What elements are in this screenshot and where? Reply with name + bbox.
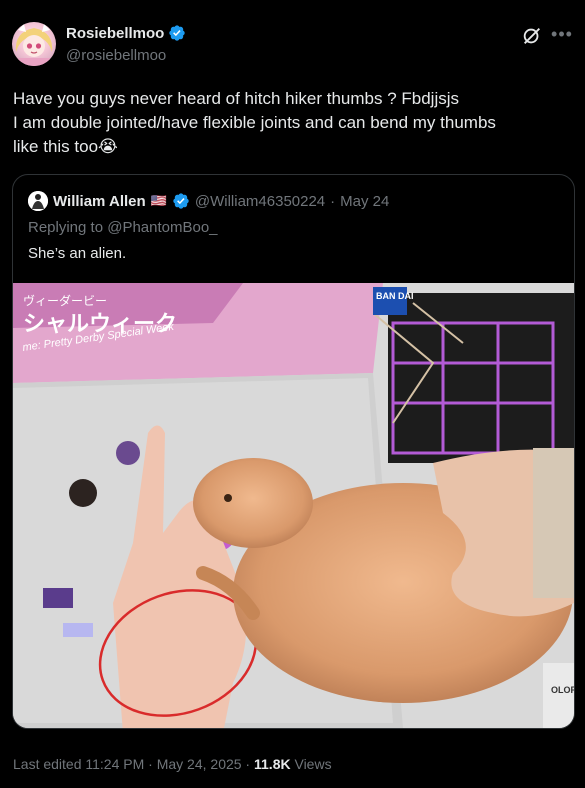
avatar[interactable] bbox=[12, 22, 56, 66]
separator-dot: · bbox=[330, 192, 336, 210]
brand-text: BAN DAI bbox=[376, 291, 414, 301]
quoted-display-name[interactable]: William Allen bbox=[53, 193, 146, 210]
tweet-header: Rosiebellmoo @rosiebellmoo ••• bbox=[12, 22, 573, 70]
photo-illustration: ヴィーダービー シャルウィーク me: Pretty Derby Special… bbox=[13, 283, 574, 728]
quoted-tweet[interactable]: William Allen 🇺🇸 @William46350224 · May … bbox=[12, 174, 575, 729]
quoted-date[interactable]: May 24 bbox=[340, 193, 389, 210]
tweet-line-3: like this too😭 bbox=[13, 137, 118, 156]
author-display-name[interactable]: Rosiebellmoo bbox=[66, 25, 164, 42]
quoted-tweet-header: William Allen 🇺🇸 @William46350224 · May … bbox=[28, 191, 389, 211]
edited-timestamp[interactable]: Last edited 11:24 PM · May 24, 2025 · bbox=[13, 756, 254, 772]
verified-badge-icon bbox=[169, 25, 186, 41]
author-handle[interactable]: @rosiebellmoo bbox=[66, 47, 166, 64]
grok-icon[interactable] bbox=[521, 25, 543, 47]
quoted-handle[interactable]: @William46350224 bbox=[195, 193, 325, 210]
tweet-text: Have you guys never heard of hitch hiker… bbox=[13, 87, 578, 159]
quoted-avatar[interactable] bbox=[28, 191, 48, 211]
more-icon[interactable]: ••• bbox=[551, 25, 573, 47]
tweet-footer: Last edited 11:24 PM · May 24, 2025 · 11… bbox=[13, 756, 332, 772]
tweet-line-1: Have you guys never heard of hitch hiker… bbox=[13, 89, 460, 108]
box-title-text: ヴィーダービー bbox=[23, 293, 107, 308]
replying-to[interactable]: Replying to @PhantomBoo_ bbox=[28, 219, 218, 236]
flag-icon: 🇺🇸 bbox=[150, 193, 167, 208]
views-count: 11.8K bbox=[254, 756, 291, 772]
side-text: OLOR IDE bbox=[551, 685, 574, 695]
quoted-media-image[interactable]: ヴィーダービー シャルウィーク me: Pretty Derby Special… bbox=[13, 283, 574, 728]
verified-badge-icon bbox=[173, 193, 189, 209]
tweet-line-2: I am double jointed/have flexible joints… bbox=[13, 113, 496, 132]
views-label: Views bbox=[290, 756, 332, 772]
quoted-tweet-text: She’s an alien. bbox=[28, 245, 127, 262]
